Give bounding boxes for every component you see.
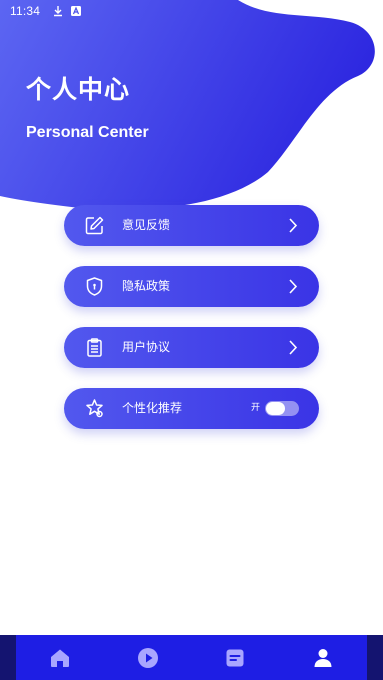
download-icon	[52, 5, 64, 17]
header-background-shape	[0, 0, 375, 210]
tab-home[interactable]	[16, 635, 104, 680]
bottom-nav-tabs	[16, 635, 367, 680]
a-letter-icon	[70, 5, 82, 17]
status-time: 11:34	[10, 4, 41, 18]
status-bar: 11:34	[0, 0, 383, 22]
page-subtitle: Personal Center	[26, 124, 149, 141]
tab-profile[interactable]	[279, 635, 367, 680]
menu-item-user-agreement[interactable]: 用户协议	[64, 327, 319, 368]
star-badge-icon	[84, 398, 105, 419]
chevron-right-icon	[287, 278, 299, 295]
chevron-right-icon	[287, 339, 299, 356]
nav-edge-right	[367, 635, 383, 680]
toggle-state-label: 开	[250, 403, 260, 413]
user-icon	[311, 646, 335, 670]
menu-item-label: 意见反馈	[122, 218, 171, 232]
menu-item-privacy-policy[interactable]: 隐私政策	[64, 266, 319, 307]
edit-icon	[84, 215, 105, 236]
menu-item-feedback[interactable]: 意见反馈	[64, 205, 319, 246]
bottom-navigation	[0, 635, 383, 680]
personalized-recommendation-toggle[interactable]	[265, 401, 299, 416]
toggle-knob	[266, 402, 285, 415]
tab-articles[interactable]	[192, 635, 280, 680]
play-circle-icon	[136, 646, 160, 670]
menu-item-label: 个性化推荐	[122, 401, 183, 415]
chevron-right-icon	[287, 217, 299, 234]
nav-edge-left	[0, 635, 16, 680]
home-icon	[48, 646, 72, 670]
document-icon	[223, 646, 247, 670]
clipboard-icon	[84, 337, 105, 358]
tab-video[interactable]	[104, 635, 192, 680]
settings-menu: 意见反馈 隐私政策 用户协议 个性化推荐 开	[64, 205, 319, 449]
menu-item-label: 隐私政策	[122, 279, 171, 293]
menu-item-label: 用户协议	[122, 340, 171, 354]
menu-item-personalized-recommendation: 个性化推荐 开	[64, 388, 319, 429]
shield-icon	[84, 276, 105, 297]
page-title: 个人中心	[26, 75, 131, 104]
